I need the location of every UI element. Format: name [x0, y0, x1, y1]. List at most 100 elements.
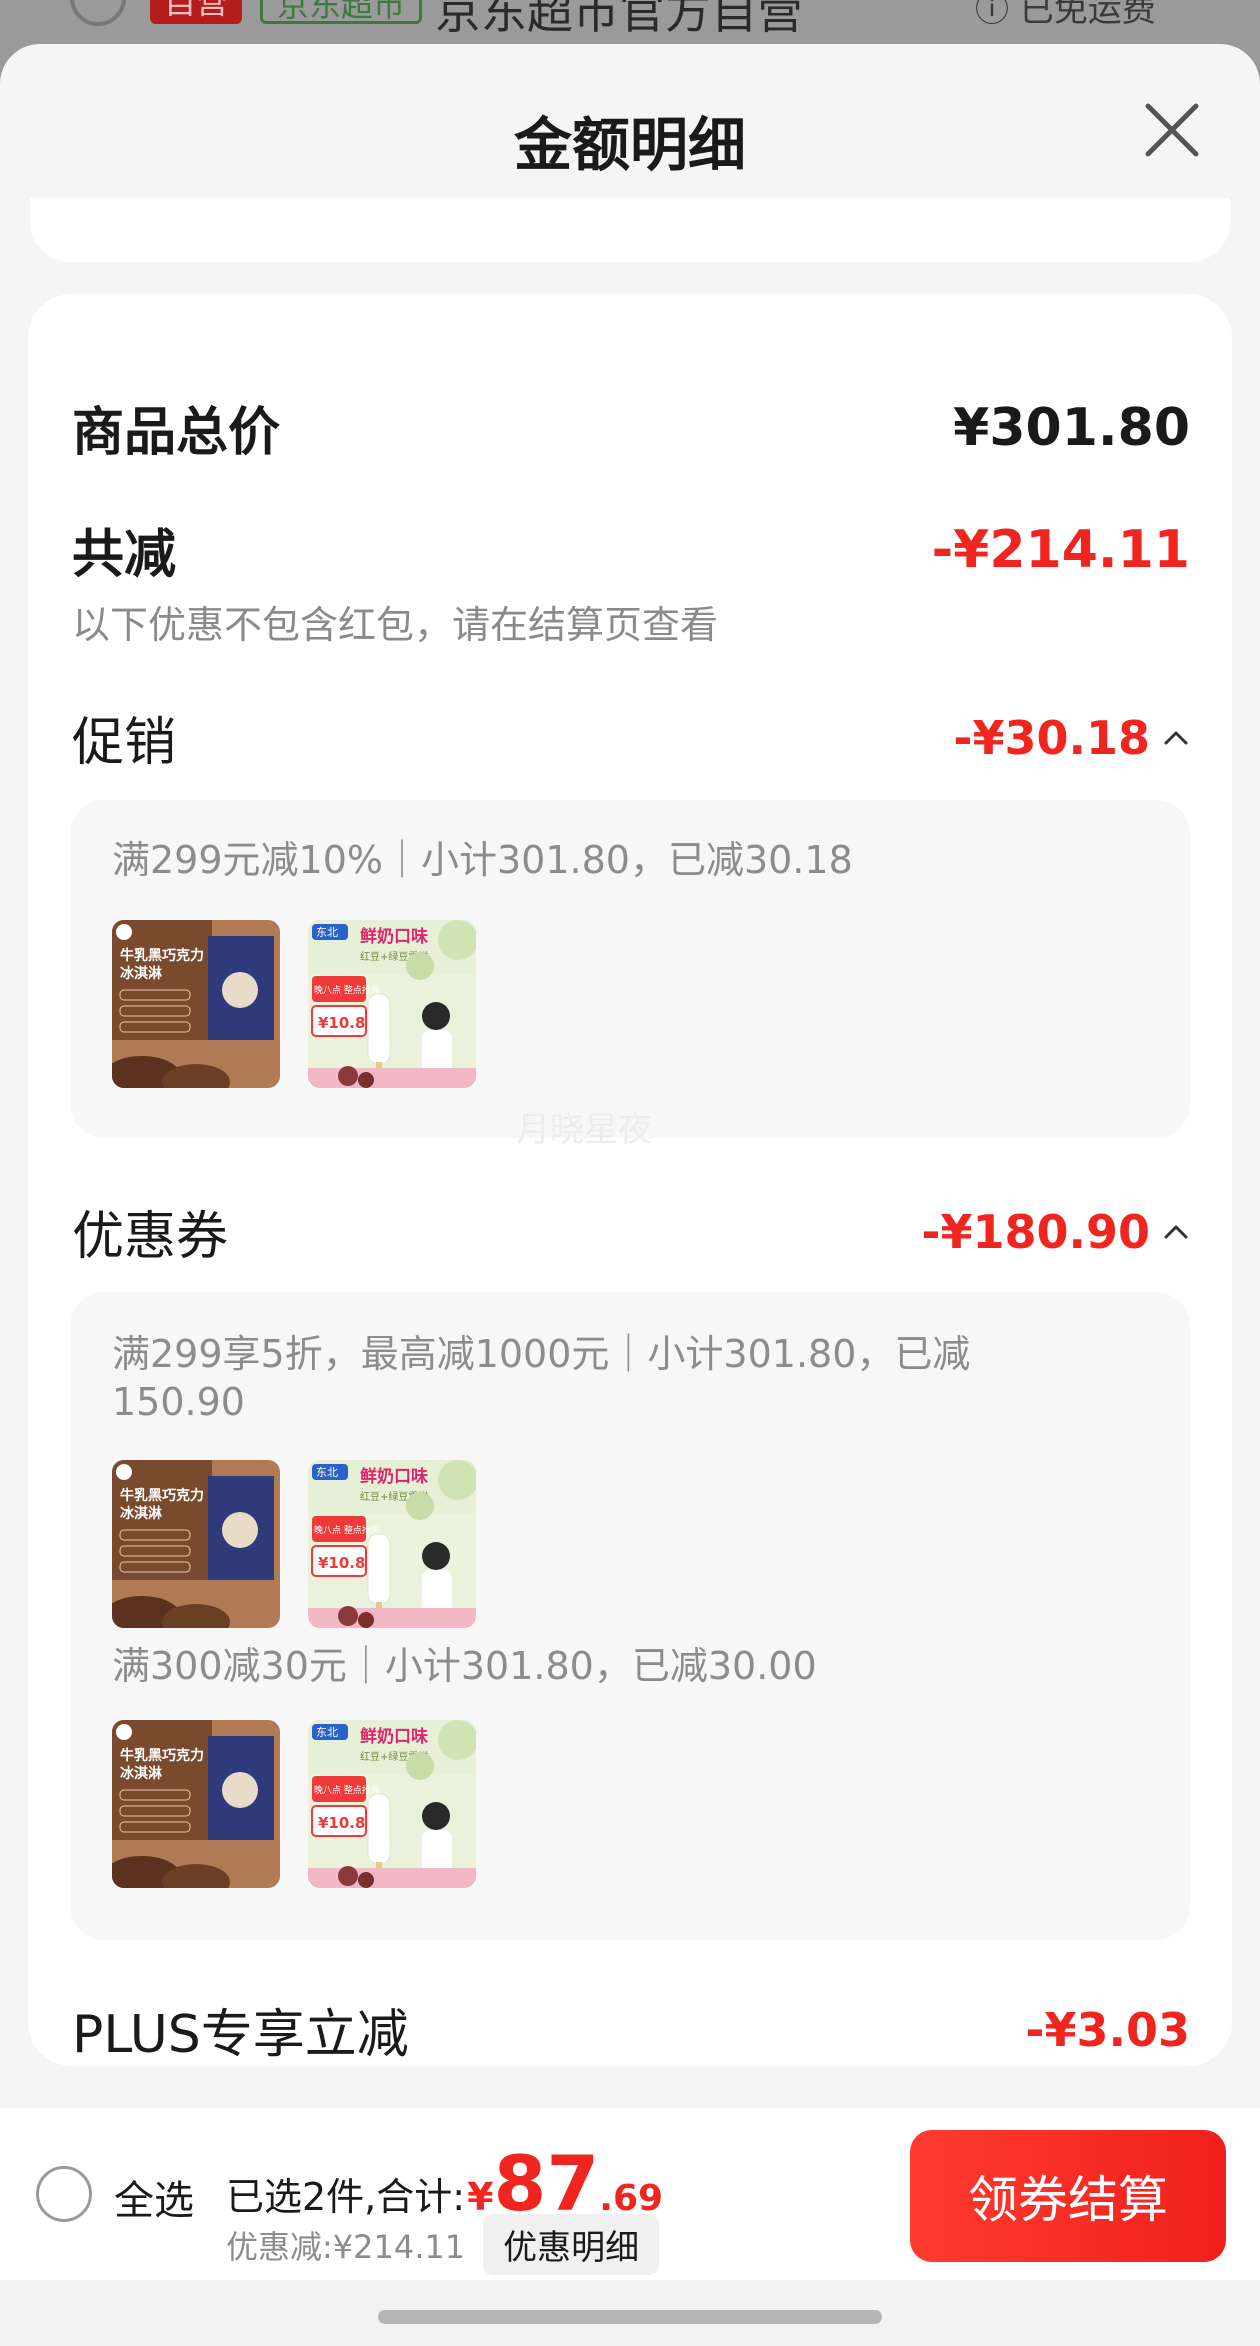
promo-detail-text: 满299元减10%｜小计301.80，已减30.18 — [112, 838, 853, 882]
product-title: 鲜奶口味 — [360, 1466, 428, 1487]
home-indicator[interactable] — [378, 2310, 882, 2324]
product-thumb-milk[interactable]: 东北 鲜奶口味 红豆+绿豆雪糕 晚八点 整点抢购 ¥10.8 — [308, 1720, 476, 1888]
close-button[interactable] — [1140, 98, 1204, 162]
product-thumb-chocolate[interactable]: 牛乳黑巧克力 冰淇淋 — [112, 1720, 280, 1888]
brand-name: 东北 — [316, 1726, 338, 1739]
brand-logo-icon — [116, 924, 132, 940]
promo-label: 促销 — [72, 713, 177, 773]
product-subtitle: 冰淇淋 — [120, 1765, 162, 1782]
coupon-toggle[interactable]: -¥180.90 — [921, 1205, 1190, 1259]
red-bean — [338, 1866, 358, 1886]
selected-count-text: 已选2件,合计: — [226, 2175, 466, 2219]
chevron-up-icon — [1164, 731, 1188, 744]
shipping-status: ⓘ 已免运费 — [975, 0, 1156, 30]
coupon-value: -¥180.90 — [921, 1204, 1150, 1259]
red-bean — [358, 1872, 374, 1888]
plus-discount-label: PLUS专享立减 — [72, 2005, 409, 2065]
amount-detail-sheet: 金额明细 商品总价 ¥301.80 共减 -¥214.11 以下优惠不包含红包，… — [0, 44, 1260, 2346]
price-breakdown-card: 商品总价 ¥301.80 共减 -¥214.11 以下优惠不包含红包，请在结算页… — [28, 294, 1232, 2066]
total-reduce-value: -¥214.11 — [931, 519, 1190, 580]
milk-icecream-image: 东北 鲜奶口味红豆+绿豆雪糕晚八点 整点抢购¥10.8 — [308, 1720, 476, 1888]
brand-logo-icon — [116, 1464, 132, 1480]
total-price-value: ¥301.80 — [953, 397, 1190, 458]
select-all-label[interactable]: 全选 — [114, 2168, 194, 2226]
total-price-row: 商品总价 ¥301.80 — [72, 390, 1190, 465]
red-bean — [358, 1072, 374, 1088]
coupon-detail-box: 满299享5折，最高减1000元｜小计301.80，已减150.90 牛乳黑巧克… — [70, 1292, 1190, 1940]
coupon-label: 优惠券 — [72, 1207, 229, 1267]
watermark: 月晓星夜 — [516, 1110, 652, 1150]
product-thumb-chocolate[interactable]: 牛乳黑巧克力 冰淇淋 — [112, 920, 280, 1088]
penguin-mascot — [222, 1772, 258, 1808]
product-thumb-chocolate[interactable]: 牛乳黑巧克力 冰淇淋 — [112, 1460, 280, 1628]
promo-product-thumbs: 牛乳黑巧克力 冰淇淋 东北 鲜奶口味 红豆+绿豆雪糕 晚八点 整点抢购 ¥10.8 — [112, 920, 476, 1088]
popsicle — [367, 1533, 391, 1605]
popsicle-top — [406, 1492, 434, 1520]
coupon-product-thumbs-1: 牛乳黑巧克力 冰淇淋 东北 鲜奶口味 红豆+绿豆雪糕 晚八点 整点抢购 ¥10.8 — [112, 1460, 476, 1628]
promo-text: 晚八点 整点抢购 — [314, 1784, 380, 1796]
select-all-radio[interactable] — [36, 2166, 92, 2222]
price-text: ¥10.8 — [318, 1014, 365, 1032]
coupon-detail-text-2: 满300减30元｜小计301.80，已减30.00 — [112, 1644, 817, 1688]
model-hair — [422, 1542, 450, 1570]
total-price-label: 商品总价 — [72, 403, 281, 463]
plus-discount-value: -¥3.03 — [1025, 2002, 1190, 2057]
chevron-up-icon — [1164, 1225, 1188, 1238]
popsicle — [367, 993, 391, 1065]
background-select-radio — [70, 0, 126, 26]
total-reduce-row: 共减 -¥214.11 — [72, 512, 1190, 587]
total-reduce-label: 共减 — [72, 525, 177, 585]
checkout-bar: 全选 已选2件,合计: ¥ 87 .69 优惠减:¥214.11 优惠明细 领券… — [0, 2108, 1260, 2280]
popsicle-top — [406, 952, 434, 980]
promo-toggle[interactable]: -¥30.18 — [953, 711, 1190, 765]
product-subtitle: 冰淇淋 — [120, 965, 162, 982]
system-nav-area — [0, 2280, 1260, 2346]
discount-text: 优惠减:¥214.11 — [226, 2227, 466, 2266]
chocolate-icecream-image: 牛乳黑巧克力冰淇淋 — [112, 1460, 280, 1628]
popsicle — [367, 1793, 391, 1865]
model-hair — [422, 1802, 450, 1830]
coupon-row[interactable]: 优惠券 -¥180.90 — [72, 1194, 1190, 1269]
shop-name: 京东超市官方自营 — [435, 0, 803, 39]
chocolate-icecream-image: 牛乳黑巧克力冰淇淋 — [112, 1720, 280, 1888]
promo-detail-box: 满299元减10%｜小计301.80，已减30.18 牛乳黑巧克力 冰淇淋 东北 鲜… — [70, 800, 1190, 1138]
milk-icecream-image: 东北 鲜奶口味红豆+绿豆雪糕晚八点 整点抢购¥10.8 — [308, 920, 476, 1088]
product-title: 牛乳黑巧克力 — [120, 1487, 204, 1504]
product-title: 牛乳黑巧克力 — [120, 1747, 204, 1764]
collapsed-card-edge — [30, 198, 1230, 262]
milk-icecream-image: 东北 鲜奶口味红豆+绿豆雪糕晚八点 整点抢购¥10.8 — [308, 1460, 476, 1628]
currency-symbol: ¥ — [467, 2175, 494, 2219]
penguin-mascot — [222, 1512, 258, 1548]
product-thumb-milk[interactable]: 东北 鲜奶口味 红豆+绿豆雪糕 晚八点 整点抢购 ¥10.8 — [308, 1460, 476, 1628]
chocolate-icecream-image: 牛乳黑巧克力冰淇淋 — [112, 920, 280, 1088]
total-integer: 87 — [493, 2139, 600, 2228]
close-icon — [1145, 103, 1199, 157]
product-title: 鲜奶口味 — [360, 926, 428, 947]
total-decimal: .69 — [599, 2178, 664, 2219]
model-hair — [422, 1002, 450, 1030]
product-title: 鲜奶口味 — [360, 1726, 428, 1747]
product-thumb-milk[interactable]: 东北 鲜奶口味 红豆+绿豆雪糕 晚八点 整点抢购 ¥10.8 — [308, 920, 476, 1088]
brand-logo-icon — [116, 1724, 132, 1740]
brand-name: 东北 — [316, 926, 338, 939]
discount-detail-button[interactable]: 优惠明细 — [483, 2214, 660, 2275]
promo-value: -¥30.18 — [953, 710, 1150, 765]
red-bean — [338, 1606, 358, 1626]
plus-discount-row: PLUS专享立减 -¥3.03 — [72, 1992, 1190, 2067]
penguin-mascot — [222, 972, 258, 1008]
checkout-button[interactable]: 领券结算 — [910, 2130, 1226, 2262]
product-subtitle: 冰淇淋 — [120, 1505, 162, 1522]
red-bean — [338, 1066, 358, 1086]
price-text: ¥10.8 — [318, 1814, 365, 1832]
market-badge: 京东超市 — [260, 0, 423, 24]
price-text: ¥10.8 — [318, 1554, 365, 1572]
sheet-title: 金额明细 — [513, 111, 746, 179]
red-bean — [358, 1612, 374, 1628]
promo-row[interactable]: 促销 -¥30.18 — [72, 700, 1190, 775]
popsicle-top — [406, 1752, 434, 1780]
brand-name: 东北 — [316, 1466, 338, 1479]
promo-text: 晚八点 整点抢购 — [314, 984, 380, 996]
coupon-detail-text-1: 满299享5折，最高减1000元｜小计301.80，已减150.90 — [112, 1332, 971, 1424]
promo-text: 晚八点 整点抢购 — [314, 1524, 380, 1536]
footer-stripe — [308, 1068, 476, 1088]
